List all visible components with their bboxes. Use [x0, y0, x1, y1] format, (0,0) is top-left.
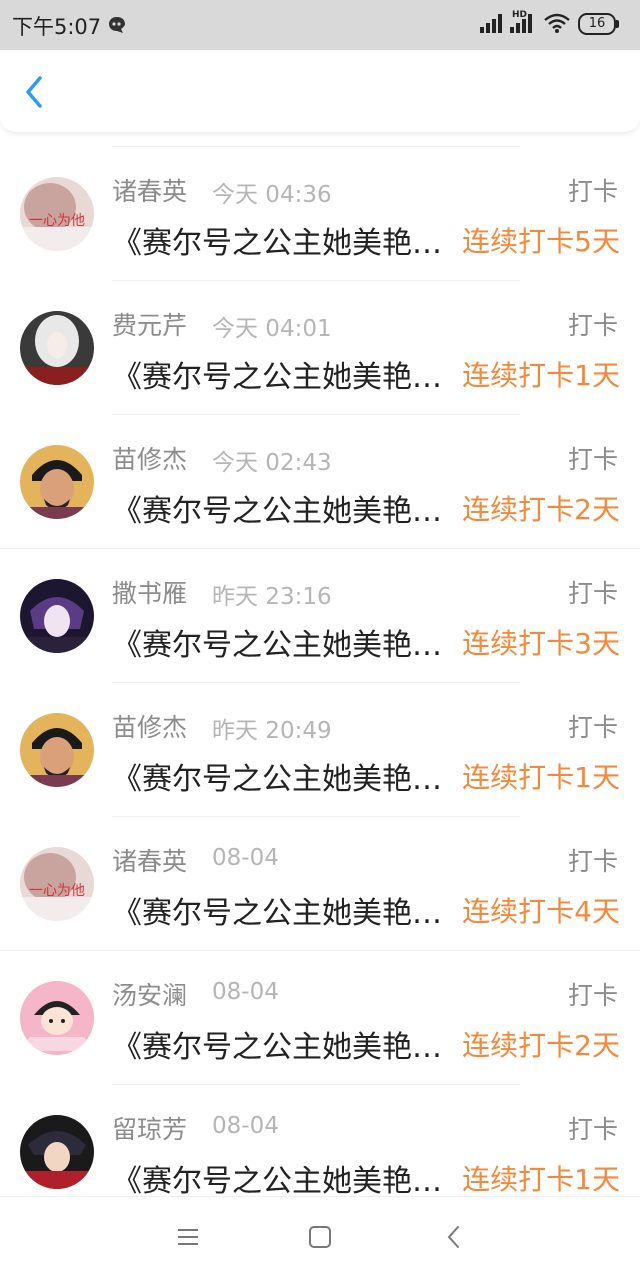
list-item[interactable]: 汤安澜 08-04 打卡 《赛尔号之公主她美艳… 连续打卡2天: [0, 950, 640, 1084]
avatar[interactable]: [20, 445, 94, 519]
user-name[interactable]: 苗修杰: [112, 440, 187, 476]
item-tag: 打卡: [567, 311, 618, 340]
list-item[interactable]: 一心为他 诸春英 08-04 打卡 《赛尔号之公主她美艳… 连续打卡4天: [0, 816, 640, 950]
divider: [0, 548, 640, 549]
post-title[interactable]: 《赛尔号之公主她美艳…: [112, 218, 452, 262]
list-item[interactable]: 一心为他 诸春英 今天 04:36 打卡 《赛尔号之公主她美艳… 连续打卡5天: [0, 146, 640, 280]
item-tag: 打卡: [567, 177, 618, 206]
item-tag: 打卡: [567, 981, 618, 1010]
avatar-caption: 一心为他: [29, 213, 85, 229]
post-time: 今天 04:01: [212, 316, 332, 342]
list-item[interactable]: 苗修杰 今天 02:43 打卡 《赛尔号之公主她美艳… 连续打卡2天: [0, 414, 640, 548]
divider: [112, 146, 520, 147]
avatar[interactable]: [20, 981, 94, 1055]
post-title[interactable]: 《赛尔号之公主她美艳…: [112, 1022, 452, 1066]
item-tag: 打卡: [567, 713, 618, 742]
post-title[interactable]: 《赛尔号之公主她美艳…: [112, 352, 452, 396]
item-tag: 打卡: [567, 847, 618, 876]
post-time: 今天 04:36: [212, 182, 332, 208]
divider: [0, 950, 640, 951]
cellular-signal-icon-2: [510, 14, 532, 33]
status-time: 下午5:07: [12, 15, 102, 39]
post-time: 08-04: [212, 1113, 279, 1139]
user-name[interactable]: 诸春英: [112, 842, 187, 878]
post-title[interactable]: 《赛尔号之公主她美艳…: [112, 754, 452, 798]
streak-label: 连续打卡1天: [462, 761, 620, 794]
streak-label: 连续打卡4天: [462, 895, 620, 928]
status-icons: HD 16: [480, 10, 630, 37]
post-time: 今天 02:43: [212, 450, 332, 476]
streak-label: 连续打卡3天: [462, 627, 620, 660]
status-bar: 下午5:07 HD 16: [0, 0, 640, 50]
avatar[interactable]: [20, 713, 94, 787]
chevron-left-icon[interactable]: [18, 72, 54, 112]
streak-label: 连续打卡2天: [462, 1029, 620, 1062]
post-time: 08-04: [212, 979, 279, 1005]
post-title[interactable]: 《赛尔号之公主她美艳…: [112, 486, 452, 530]
user-name[interactable]: 留琼芳: [112, 1110, 187, 1146]
user-name[interactable]: 诸春英: [112, 172, 187, 208]
divider: [112, 1084, 520, 1085]
post-title[interactable]: 《赛尔号之公主她美艳…: [112, 1156, 452, 1196]
divider: [112, 280, 520, 281]
avatar[interactable]: [20, 1115, 94, 1189]
avatar-caption: 一心为他: [29, 883, 85, 899]
app-header: [0, 50, 640, 132]
menu-icon[interactable]: [174, 1223, 202, 1251]
nav-back-icon[interactable]: [440, 1223, 468, 1251]
avatar[interactable]: [20, 311, 94, 385]
avatar[interactable]: 一心为他: [20, 177, 94, 251]
system-nav-bar: [0, 1196, 640, 1281]
streak-label: 连续打卡2天: [462, 493, 620, 526]
list-item[interactable]: 留琼芳 08-04 打卡 《赛尔号之公主她美艳… 连续打卡1天: [0, 1084, 640, 1196]
battery-nub: [616, 20, 619, 28]
list-item[interactable]: 苗修杰 昨天 20:49 打卡 《赛尔号之公主她美艳… 连续打卡1天: [0, 682, 640, 816]
list-item[interactable]: 撒书雁 昨天 23:16 打卡 《赛尔号之公主她美艳… 连续打卡3天: [0, 548, 640, 682]
post-time: 昨天 23:16: [212, 584, 332, 610]
post-time: 08-04: [212, 845, 279, 871]
list-item[interactable]: 费元芹 今天 04:01 打卡 《赛尔号之公主她美艳… 连续打卡1天: [0, 280, 640, 414]
streak-label: 连续打卡1天: [462, 1163, 620, 1196]
wifi-icon: [544, 13, 570, 33]
battery-indicator: 16: [578, 13, 616, 35]
divider: [112, 682, 520, 683]
user-name[interactable]: 撒书雁: [112, 574, 187, 610]
avatar[interactable]: [20, 579, 94, 653]
bubble-notification-icon: [109, 17, 125, 33]
divider: [112, 414, 520, 415]
cellular-signal-icon: [480, 14, 502, 33]
avatar[interactable]: 一心为他: [20, 847, 94, 921]
user-name[interactable]: 苗修杰: [112, 708, 187, 744]
item-tag: 打卡: [567, 579, 618, 608]
user-name[interactable]: 汤安澜: [112, 976, 187, 1012]
streak-label: 连续打卡1天: [462, 359, 620, 392]
streak-label: 连续打卡5天: [462, 225, 620, 258]
home-square-icon[interactable]: [306, 1223, 334, 1251]
divider: [112, 816, 520, 817]
post-title[interactable]: 《赛尔号之公主她美艳…: [112, 620, 452, 664]
item-tag: 打卡: [567, 1115, 618, 1144]
item-tag: 打卡: [567, 445, 618, 474]
checkin-feed[interactable]: 一心为他 诸春英 今天 04:36 打卡 《赛尔号之公主她美艳… 连续打卡5天 …: [0, 146, 640, 1196]
post-title[interactable]: 《赛尔号之公主她美艳…: [112, 888, 452, 932]
user-name[interactable]: 费元芹: [112, 306, 187, 342]
post-time: 昨天 20:49: [212, 718, 332, 744]
